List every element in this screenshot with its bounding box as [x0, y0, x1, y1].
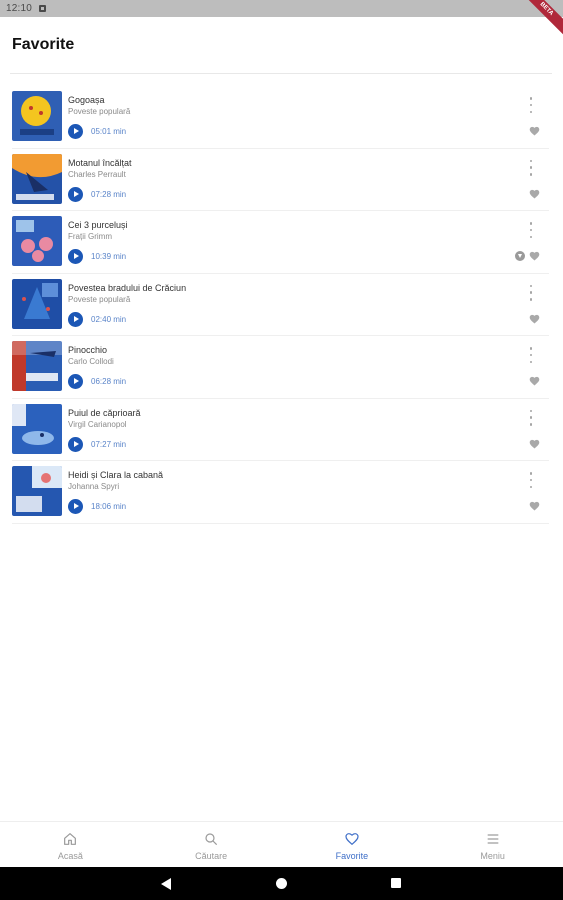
more-options-icon[interactable]	[528, 409, 534, 426]
nav-item-acasa[interactable]: Acasă	[0, 822, 141, 867]
status-time: 12:10	[6, 3, 33, 14]
system-back-button[interactable]	[161, 878, 171, 890]
more-options-icon[interactable]	[528, 347, 534, 363]
system-home-button[interactable]	[276, 878, 287, 889]
story-duration: 07:27 min	[91, 439, 127, 449]
more-options-icon[interactable]	[528, 159, 534, 176]
notification-icon	[39, 5, 47, 12]
nav-item-meniu[interactable]: Meniu	[422, 822, 563, 867]
story-author: Poveste populară	[68, 294, 131, 304]
story-author: Virgil Carianopol	[68, 419, 127, 429]
story-cover-image[interactable]	[12, 153, 62, 204]
story-duration: 05:01 min	[91, 127, 127, 136]
play-icon[interactable]	[68, 124, 83, 139]
story-duration: 02:40 min	[91, 314, 127, 324]
nav-item-cautare[interactable]: Căutare	[141, 822, 282, 867]
story-author: Frații Grimm	[68, 232, 112, 241]
nav-label: Meniu	[480, 851, 505, 861]
more-options-icon[interactable]	[528, 222, 534, 238]
more-options-icon[interactable]	[528, 97, 534, 113]
heart-icon	[344, 831, 360, 847]
story-cover-image[interactable]	[12, 91, 62, 141]
page-title: Favorite	[12, 36, 75, 53]
story-title: Pinocchio	[68, 345, 108, 355]
favorites-list: Gogoașa Poveste populară 05:01 min Motanul …	[0, 86, 563, 524]
story-cover-image[interactable]	[12, 341, 62, 391]
story-author: Charles Perrault	[68, 169, 126, 179]
home-icon	[62, 831, 78, 847]
story-cover-image[interactable]	[12, 278, 62, 329]
story-title: Gogoașa	[68, 95, 105, 105]
bottom-navigation: Acasă Căutare Favorite Meniu	[0, 821, 563, 867]
favorite-heart-icon[interactable]	[529, 126, 540, 136]
story-duration: 10:39 min	[91, 252, 127, 261]
nav-item-favorite[interactable]: Favorite	[282, 822, 423, 867]
story-title: Puiul de căprioară	[68, 407, 141, 418]
story-duration: 06:28 min	[91, 377, 127, 386]
play-icon[interactable]	[68, 249, 83, 264]
play-icon[interactable]	[68, 499, 83, 514]
favorite-heart-icon[interactable]	[529, 439, 540, 449]
favorite-heart-icon[interactable]	[529, 189, 540, 199]
story-title: Cei 3 purceluși	[68, 220, 128, 230]
system-navigation-bar	[0, 867, 563, 900]
debug-banner: BETA	[517, 0, 563, 39]
system-recents-button[interactable]	[391, 878, 401, 888]
story-row[interactable]: Povestea bradului de Crăciun Poveste popu…	[0, 274, 563, 336]
play-icon[interactable]	[68, 186, 83, 202]
story-row[interactable]: Heidi și Clara la cabană Johanna Spyri 18:…	[0, 461, 563, 524]
favorite-heart-icon[interactable]	[529, 314, 540, 324]
story-author: Poveste populară	[68, 107, 131, 116]
story-cover-image[interactable]	[12, 216, 62, 266]
nav-label: Favorite	[335, 851, 369, 861]
story-title: Heidi și Clara la cabană	[68, 470, 164, 480]
nav-label: Acasă	[57, 851, 83, 861]
play-icon[interactable]	[68, 436, 83, 452]
story-title: Povestea bradului de Crăciun	[68, 282, 187, 293]
story-duration: 07:28 min	[91, 189, 127, 199]
play-icon[interactable]	[68, 311, 83, 327]
download-icon[interactable]	[515, 251, 525, 261]
status-bar: 12:10 BETA	[0, 0, 563, 39]
title-divider	[10, 73, 552, 74]
story-cover-image[interactable]	[12, 403, 62, 454]
favorite-heart-icon[interactable]	[529, 501, 540, 511]
more-options-icon[interactable]	[528, 284, 534, 301]
story-author: Johanna Spyri	[68, 482, 120, 491]
search-icon	[203, 831, 219, 847]
story-author: Carlo Collodi	[68, 357, 114, 366]
play-icon[interactable]	[68, 374, 83, 389]
favorite-heart-icon[interactable]	[529, 376, 540, 386]
story-row[interactable]: Gogoașa Poveste populară 05:01 min	[0, 86, 563, 149]
story-row[interactable]: Motanul încălțat Charles Perrault 07:28 mi…	[0, 149, 563, 211]
favorite-heart-icon[interactable]	[529, 251, 540, 261]
story-title: Motanul încălțat	[68, 157, 132, 168]
menu-icon	[485, 831, 501, 847]
story-row[interactable]: Puiul de căprioară Virgil Carianopol 07:27…	[0, 399, 563, 461]
nav-label: Căutare	[195, 851, 228, 861]
story-row[interactable]: Pinocchio Carlo Collodi 06:28 min	[0, 336, 563, 399]
story-duration: 18:06 min	[91, 502, 127, 511]
row-divider	[12, 522, 549, 524]
more-options-icon[interactable]	[528, 472, 534, 488]
story-row[interactable]: Cei 3 purceluși Frații Grimm 10:39 min	[0, 211, 563, 274]
story-cover-image[interactable]	[12, 466, 62, 516]
